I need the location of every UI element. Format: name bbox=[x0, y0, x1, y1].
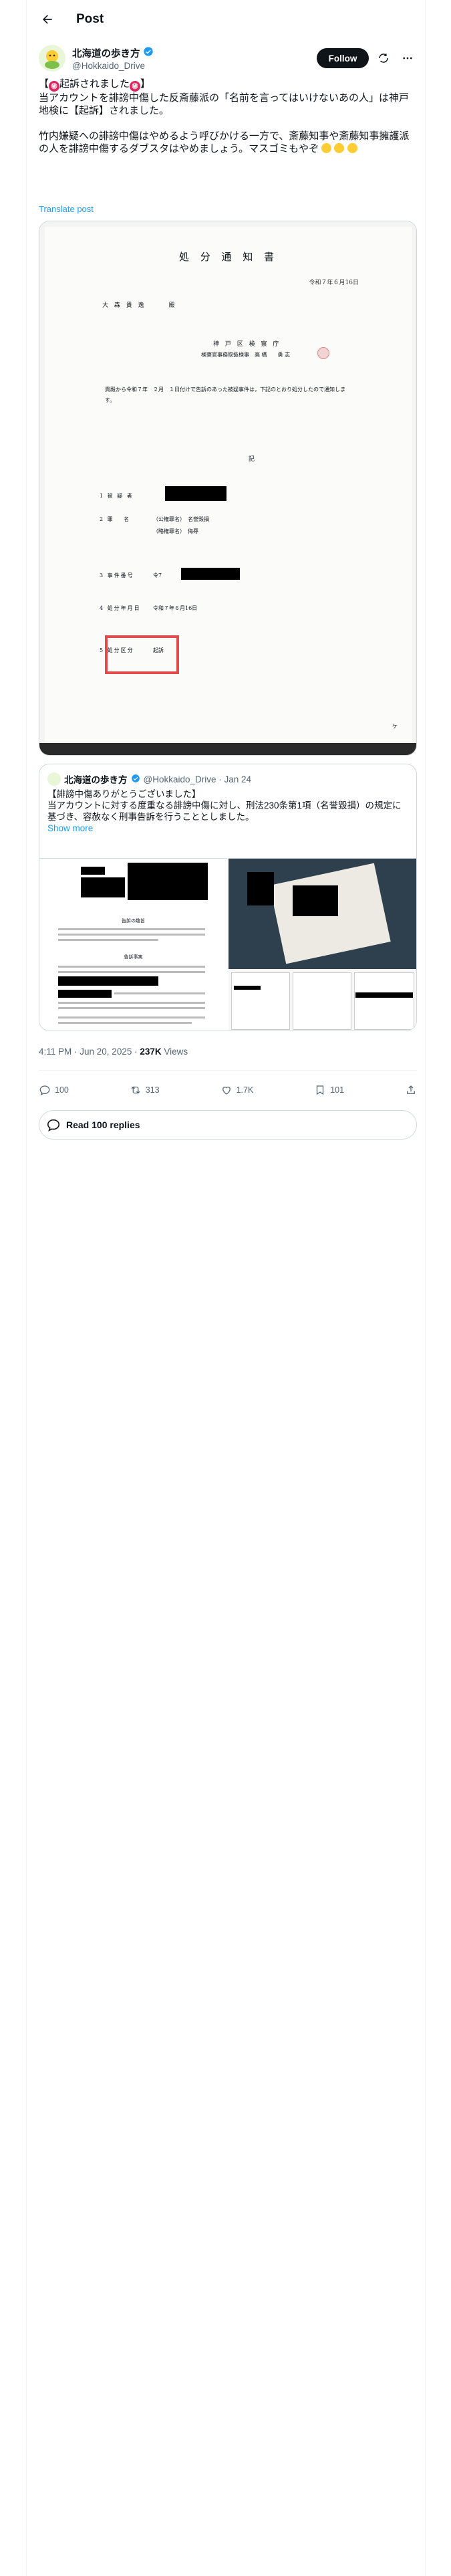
bookmark-icon bbox=[317, 1085, 324, 1095]
quoted-text: 【誹謗中傷ありがとうございました】 当アカウントに対する度重なる誹謗中傷に対し、… bbox=[47, 789, 402, 822]
follow-button[interactable]: Follow bbox=[317, 48, 369, 68]
quoted-image-document[interactable]: 告訴の趣旨 告訴事実 bbox=[39, 858, 227, 1031]
bookmark-button[interactable]: 101 bbox=[314, 1084, 344, 1096]
redaction-box bbox=[81, 867, 105, 875]
post-author: 北海道の歩き方 @Hokkaido_Drive Follow bbox=[39, 43, 417, 74]
repost-button[interactable]: 313 bbox=[130, 1084, 160, 1096]
author-handle[interactable]: @Hokkaido_Drive bbox=[72, 61, 154, 71]
quoted-post[interactable]: 北海道の歩き方 @Hokkaido_Drive · Jan 24 【誹謗中傷あり… bbox=[39, 764, 417, 1031]
doc-body: 貴殿から令和７年 ２月 １日付けで告訴のあった被疑事件は，下記のとおり処分したの… bbox=[105, 387, 345, 403]
heart-icon bbox=[222, 1086, 231, 1095]
divider bbox=[39, 1070, 417, 1071]
avatar[interactable] bbox=[39, 45, 65, 72]
verified-badge-icon bbox=[143, 46, 154, 60]
quoted-image-collage[interactable] bbox=[229, 858, 416, 1031]
quoted-header: 北海道の歩き方 @Hokkaido_Drive · Jan 24 bbox=[47, 772, 251, 786]
doc-row-date: 4 処分年月日 令和７年６月16日 bbox=[100, 605, 198, 611]
red-highlight-box bbox=[105, 635, 179, 674]
reply-button[interactable]: 100 bbox=[39, 1084, 69, 1096]
doc-prosecutor: 検察官事務取扱検事 高 橋 勇 志 bbox=[201, 352, 291, 358]
author-name[interactable]: 北海道の歩き方 bbox=[72, 46, 140, 60]
doc-row-case-number: 3 事件番号 令7 bbox=[100, 572, 162, 578]
redaction-box bbox=[247, 872, 274, 905]
notice-paper: 処 分 通 知 書 令和７年６月16日 大 森 貴 逸殿 神 戸 区 検 察 庁… bbox=[45, 227, 412, 742]
quoted-avatar bbox=[47, 772, 61, 786]
read-replies-button[interactable]: Read 100 replies bbox=[39, 1110, 417, 1140]
thumbs-emoji-icon bbox=[321, 143, 332, 153]
post-line1-close: 】 bbox=[140, 78, 151, 90]
post-image-document[interactable]: 処 分 通 知 書 令和７年６月16日 大 森 貴 逸殿 神 戸 区 検 察 庁… bbox=[39, 221, 417, 756]
repost-icon bbox=[131, 1086, 140, 1094]
img1-subheading: 告訴事実 bbox=[124, 954, 143, 960]
no-entry-emoji-icon: ㊙ bbox=[49, 81, 60, 92]
quoted-meta: @Hokkaido_Drive · Jan 24 bbox=[143, 774, 252, 784]
post-line2: 当アカウントを誹謗中傷した反斎藤派の「名前を言ってはいけないあの人」は神戸地検に… bbox=[39, 92, 409, 116]
more-options-icon[interactable] bbox=[398, 49, 417, 68]
seal-stamp bbox=[317, 347, 329, 359]
translate-post-link[interactable]: Translate post bbox=[39, 204, 94, 214]
views-count: 237K bbox=[140, 1047, 162, 1057]
no-entry-emoji-icon: ㊙ bbox=[130, 81, 141, 92]
doc-footer-mark: ケ bbox=[392, 724, 398, 730]
reply-icon bbox=[39, 1085, 50, 1096]
post-line1-open: 【 bbox=[39, 78, 49, 90]
post-meta: 4:11 PM · Jun 20, 2025 · 237K Views bbox=[39, 1047, 188, 1057]
thumbs-emoji-icon bbox=[347, 143, 357, 153]
redaction-box bbox=[128, 863, 208, 900]
main-column: Post 北海道の歩き方 @Hokkaido_Drive Follow 【㊙起訴… bbox=[26, 0, 426, 2576]
like-button[interactable]: 1.7K bbox=[220, 1084, 253, 1096]
action-bar: 100 313 1.7K 101 bbox=[39, 1077, 417, 1103]
quoted-author-name: 北海道の歩き方 bbox=[64, 775, 128, 785]
img1-heading: 告訴の趣旨 bbox=[122, 918, 145, 924]
show-more-link[interactable]: Show more bbox=[47, 823, 93, 833]
share-button[interactable] bbox=[405, 1084, 417, 1096]
post-text: 【㊙起訴されました㊙】 当アカウントを誹謗中傷した反斎藤派の「名前を言ってはいけ… bbox=[39, 78, 417, 155]
reply-bubble-icon bbox=[47, 1119, 60, 1132]
doc-office: 神 戸 区 検 察 庁 bbox=[213, 341, 281, 348]
author-names: 北海道の歩き方 @Hokkaido_Drive bbox=[72, 46, 154, 71]
doc-row-suspect: 1 被 疑 者 bbox=[100, 493, 134, 499]
doc-ki: 記 bbox=[249, 456, 255, 463]
top-bar: Post bbox=[27, 0, 426, 39]
grok-icon[interactable] bbox=[374, 49, 393, 68]
back-arrow-icon[interactable] bbox=[36, 8, 59, 31]
doc-row-charge-2: （略権罪名） 侮辱 bbox=[153, 528, 198, 534]
doc-date: 令和７年６月16日 bbox=[309, 280, 359, 286]
redaction-box bbox=[58, 990, 112, 998]
doc-addressee: 大 森 貴 逸殿 bbox=[102, 302, 177, 309]
doc-row-charge: 2 罪 名 （公権罪名） 名誉毀損 bbox=[100, 516, 209, 522]
post-line1-text: 起訴されました bbox=[59, 78, 130, 90]
image-dark-strip bbox=[39, 743, 416, 755]
redaction-box bbox=[81, 877, 125, 897]
redaction-box bbox=[165, 486, 227, 501]
share-icon bbox=[407, 1085, 415, 1094]
thumbs-emoji-icon bbox=[334, 143, 345, 153]
verified-badge-icon bbox=[131, 774, 140, 785]
redaction-box bbox=[181, 568, 240, 580]
redaction-box bbox=[58, 976, 158, 986]
redaction-box bbox=[293, 885, 338, 916]
doc-title: 処 分 通 知 書 bbox=[178, 251, 279, 263]
page-title: Post bbox=[76, 12, 104, 26]
